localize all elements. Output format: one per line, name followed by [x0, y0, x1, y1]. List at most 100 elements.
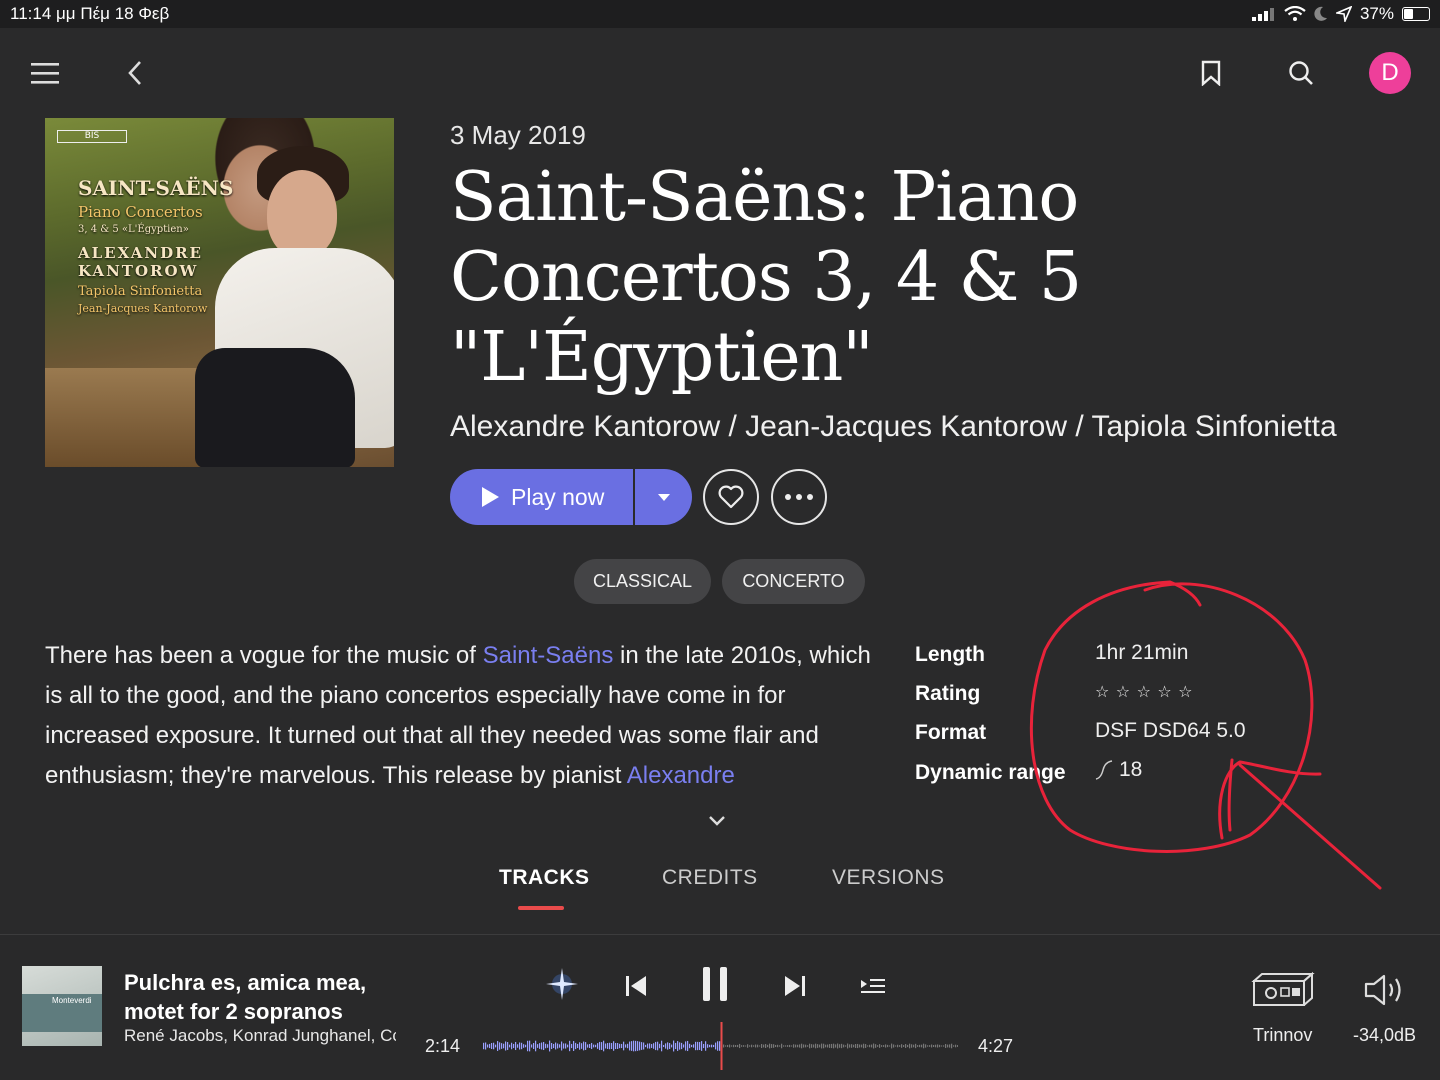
waveform-bar: [623, 1041, 625, 1051]
waveform-bar: [957, 1045, 958, 1047]
now-playing-cover[interactable]: Monteverdi: [22, 966, 102, 1046]
now-playing-title[interactable]: Pulchra es, amica mea, motet for 2 sopra…: [124, 968, 414, 1026]
waveform-bar: [777, 1044, 779, 1048]
waveform-bar: [891, 1043, 893, 1049]
waveform-bar: [749, 1045, 751, 1047]
waveform-bar: [671, 1044, 673, 1048]
waveform-bar: [625, 1044, 627, 1048]
waveform-bar: [507, 1042, 509, 1050]
tab-versions[interactable]: VERSIONS: [832, 866, 945, 890]
waveform-bar: [585, 1042, 587, 1050]
sparkle-icon: [546, 968, 578, 1000]
waveform-bar: [859, 1044, 861, 1048]
waveform-bar: [801, 1043, 803, 1049]
waveform-bar: [811, 1044, 813, 1048]
waveform-bar: [799, 1044, 801, 1048]
waveform-bar: [543, 1041, 545, 1051]
waveform-bar: [763, 1044, 765, 1048]
waveform-bar: [663, 1044, 665, 1048]
tab-tracks[interactable]: TRACKS: [499, 866, 590, 890]
annotation-arrow: [1218, 758, 1382, 890]
waveform-bar: [853, 1044, 855, 1048]
waveform-bar: [549, 1040, 551, 1052]
waveform-bar: [567, 1044, 569, 1048]
waveform-bar: [761, 1043, 763, 1049]
waveform-bar: [809, 1043, 811, 1049]
waveform-bar: [903, 1045, 905, 1047]
playhead[interactable]: [720, 1022, 723, 1070]
waveform-bar: [873, 1043, 875, 1049]
waveform-bar: [645, 1044, 647, 1048]
waveform-bar: [631, 1041, 633, 1051]
waveform-bar: [667, 1042, 669, 1050]
volume-level: -34,0dB: [1353, 1025, 1417, 1045]
waveform-bar: [911, 1044, 913, 1048]
waveform-bar: [885, 1044, 887, 1048]
waveform-bar: [725, 1045, 727, 1047]
waveform-bar: [505, 1041, 507, 1051]
waveform-bar: [561, 1041, 563, 1051]
waveform-bar: [515, 1041, 517, 1051]
waveform-bar: [673, 1040, 675, 1052]
waveform-bar: [509, 1044, 511, 1048]
now-playing-artist[interactable]: René Jacobs, Konrad Junghanel, Cc: [124, 1026, 396, 1046]
waveform-bar: [635, 1040, 637, 1052]
waveform-bar: [735, 1045, 737, 1047]
waveform-bar: [559, 1044, 561, 1048]
waveform-bar: [641, 1042, 643, 1050]
radio-sparkle-button[interactable]: [540, 962, 584, 1006]
waveform-bar: [917, 1045, 919, 1047]
waveform-bar: [617, 1043, 619, 1049]
waveform-bar: [609, 1042, 611, 1050]
waveform-bar: [621, 1043, 623, 1049]
waveform-bar: [547, 1044, 549, 1048]
volume-button[interactable]: [1360, 968, 1410, 1012]
waveform-bar: [605, 1043, 607, 1049]
waveform-bar: [583, 1041, 585, 1051]
waveform-bar: [527, 1040, 529, 1052]
waveform-bar: [919, 1044, 921, 1048]
tab-credits[interactable]: CREDITS: [662, 866, 758, 890]
waveform-bar: [863, 1043, 865, 1049]
next-button[interactable]: [773, 964, 817, 1008]
previous-button[interactable]: [614, 964, 658, 1008]
waveform-bar: [719, 1041, 721, 1051]
waveform-bar: [611, 1043, 613, 1049]
waveform-bar: [615, 1042, 617, 1050]
waveform-bar: [643, 1042, 645, 1050]
waveform-bar: [837, 1043, 839, 1049]
waveform-seek-bar[interactable]: [483, 1022, 958, 1070]
waveform-bar: [785, 1045, 787, 1047]
pause-button[interactable]: [693, 962, 737, 1006]
queue-button[interactable]: [851, 964, 895, 1008]
waveform-bar: [723, 1044, 725, 1048]
waveform-bar: [595, 1044, 597, 1048]
waveform-bar: [757, 1044, 759, 1048]
waveform-bar: [613, 1041, 615, 1051]
waveform-bar: [899, 1045, 901, 1047]
waveform-bar: [575, 1042, 577, 1050]
waveform-bar: [483, 1042, 485, 1050]
waveform-bar: [541, 1042, 543, 1050]
waveform-bar: [869, 1044, 871, 1048]
waveform-bar: [685, 1041, 687, 1051]
waveform-bar: [753, 1045, 755, 1047]
waveform-bar: [715, 1042, 717, 1050]
waveform-bar: [805, 1044, 807, 1048]
waveform-bar: [661, 1040, 663, 1052]
waveform-bar: [591, 1042, 593, 1050]
waveform-bar: [729, 1044, 731, 1048]
waveform-bar: [607, 1043, 609, 1049]
waveform-bar: [833, 1043, 835, 1049]
waveform-bar: [929, 1045, 931, 1047]
waveform-bar: [823, 1043, 825, 1049]
waveform-bar: [797, 1044, 799, 1048]
waveform-bar: [513, 1043, 515, 1049]
waveform-bar: [573, 1041, 575, 1051]
waveform-bar: [713, 1044, 715, 1048]
pause-icon: [703, 967, 727, 1001]
waveform-bar: [955, 1044, 957, 1048]
output-device-button[interactable]: [1250, 968, 1316, 1012]
waveform-bar: [935, 1044, 937, 1048]
waveform-bar: [499, 1042, 501, 1050]
